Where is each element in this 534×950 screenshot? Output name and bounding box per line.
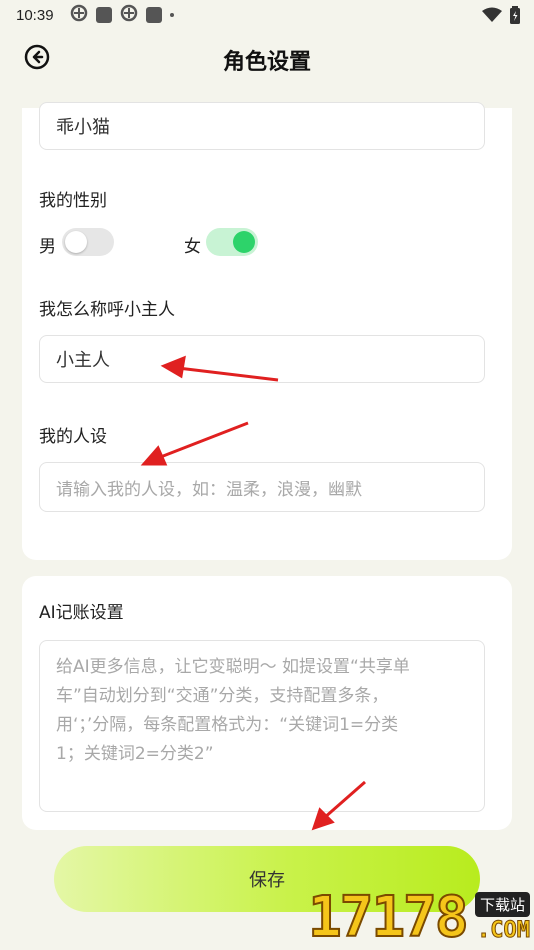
status-bar: 10:39 bbox=[0, 0, 534, 30]
battery-icon bbox=[510, 6, 520, 28]
header-bar: 角色设置 bbox=[0, 30, 534, 90]
gender-selector: 男 女 bbox=[39, 228, 479, 258]
gender-label: 我的性别 bbox=[39, 191, 107, 211]
back-arrow-circle-icon bbox=[24, 44, 50, 70]
persona-label: 我的人设 bbox=[39, 427, 107, 447]
square-icon bbox=[145, 7, 162, 23]
name-input[interactable]: 乖小猫 bbox=[39, 102, 485, 150]
gender-option-female-label: 女 bbox=[184, 237, 201, 257]
ai-settings-textarea[interactable]: 给AI更多信息，让它变聪明～ 如提设置“共享单 车”自动划分到“交通”分类，支持… bbox=[39, 640, 485, 812]
placeholder-line: 用‘；’分隔，每条配置格式为：“关键词1=分类 bbox=[56, 715, 399, 735]
square-icon bbox=[95, 7, 112, 23]
ai-card-title: AI记账设置 bbox=[39, 603, 124, 623]
toggle-knob bbox=[65, 231, 87, 253]
ai-accounting-card: AI记账设置 给AI更多信息，让它变聪明～ 如提设置“共享单 车”自动划分到“交… bbox=[22, 576, 512, 830]
app-icon bbox=[120, 4, 138, 26]
back-button[interactable] bbox=[24, 44, 50, 70]
role-settings-card: 乖小猫 我的性别 男 女 我怎么称呼小主人 小主人 我的人设 请输入我的人设，如… bbox=[22, 102, 512, 560]
wifi-icon bbox=[482, 7, 502, 27]
placeholder-line: 车”自动划分到“交通”分类，支持配置多条， bbox=[56, 686, 389, 706]
page-title: 角色设置 bbox=[222, 50, 311, 75]
persona-input[interactable]: 请输入我的人设，如：温柔，浪漫，幽默 bbox=[39, 462, 485, 512]
toggle-knob bbox=[233, 231, 255, 253]
watermark-suffix: .COM bbox=[477, 918, 531, 944]
watermark-digits: 17178 bbox=[307, 885, 470, 950]
app-icon bbox=[70, 4, 88, 26]
address-label: 我怎么称呼小主人 bbox=[39, 300, 175, 320]
placeholder-line: 给AI更多信息，让它变聪明～ 如提设置“共享单 bbox=[56, 657, 410, 677]
dot-icon bbox=[169, 13, 174, 17]
gender-option-male-label: 男 bbox=[39, 237, 56, 257]
site-watermark: 17178 下载站 .COM bbox=[307, 885, 534, 950]
gender-female-toggle[interactable] bbox=[206, 228, 258, 256]
placeholder-line: 1；关键词2=分类2” bbox=[56, 744, 214, 764]
address-input[interactable]: 小主人 bbox=[39, 335, 485, 383]
gender-male-toggle[interactable] bbox=[62, 228, 114, 256]
watermark-label: 下载站 bbox=[474, 892, 530, 917]
status-time: 10:39 bbox=[16, 6, 54, 24]
